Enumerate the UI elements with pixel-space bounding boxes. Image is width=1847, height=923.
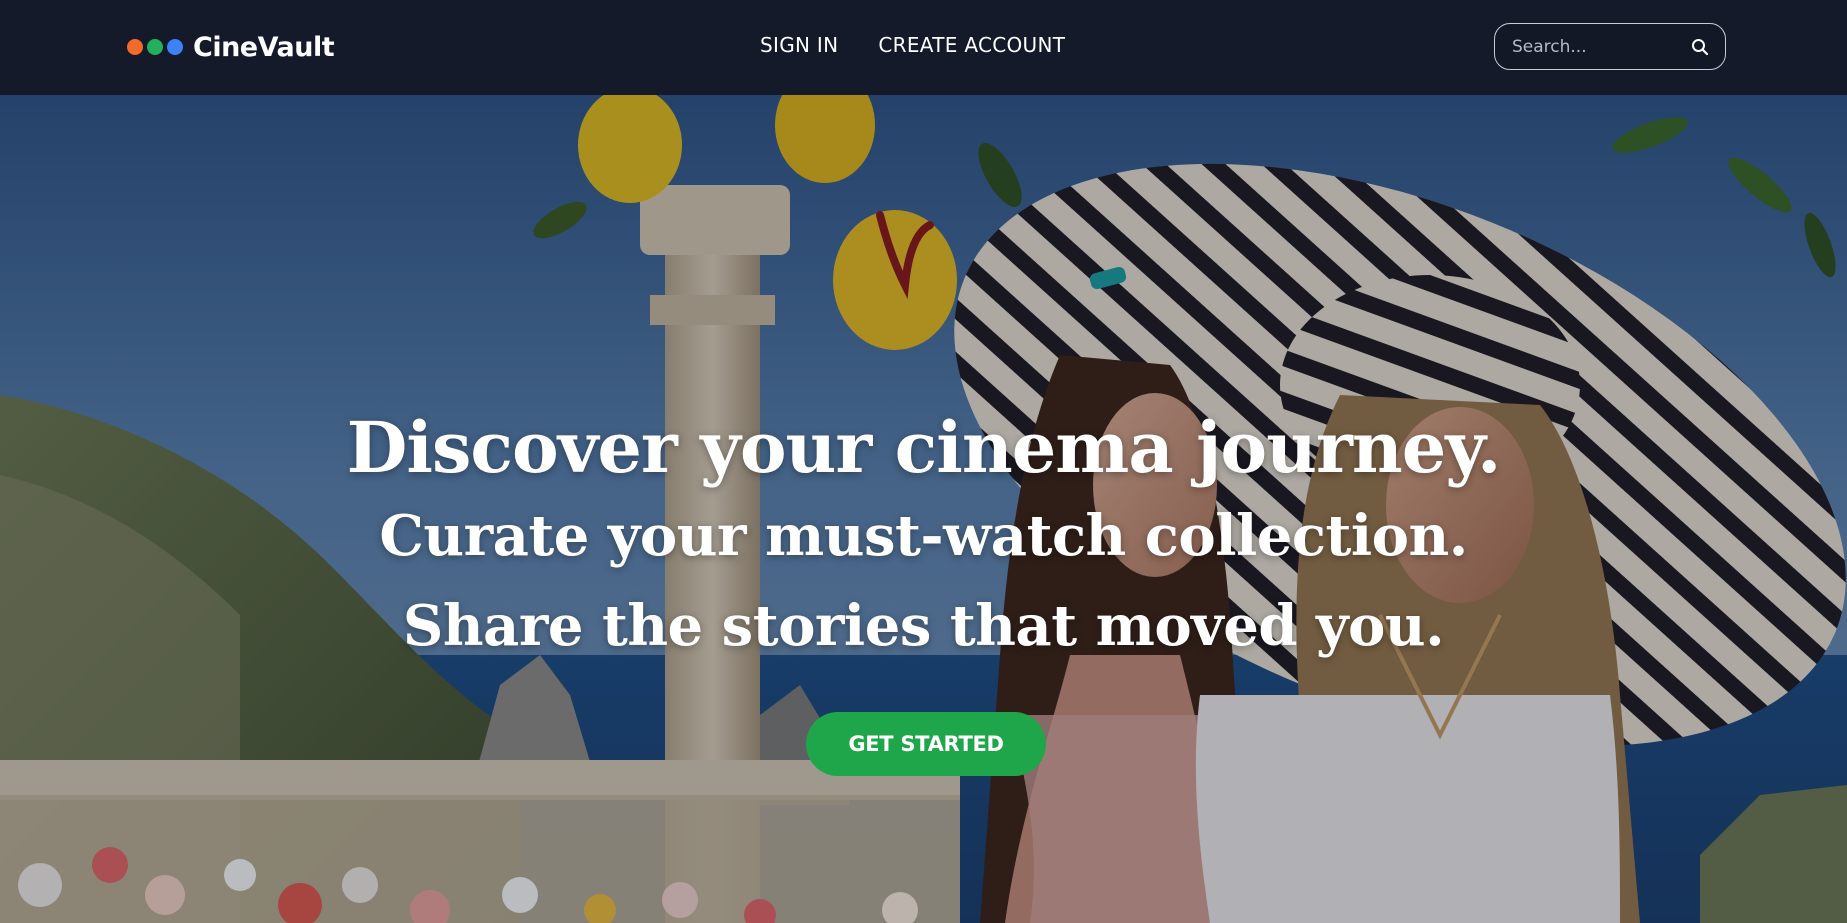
green-dot-icon (147, 39, 163, 55)
search-box (1494, 23, 1726, 70)
create-account-link[interactable]: CREATE ACCOUNT (878, 33, 1065, 57)
search-icon[interactable] (1689, 36, 1711, 58)
top-navigation-bar: CineVault SIGN IN CREATE ACCOUNT (0, 0, 1847, 95)
hero-title: Discover your cinema journey. (346, 406, 1502, 489)
search-input[interactable] (1510, 35, 1689, 58)
hero-section: Discover your cinema journey. Curate you… (0, 95, 1847, 923)
main-nav: SIGN IN CREATE ACCOUNT (760, 33, 1065, 57)
blue-dot-icon (167, 39, 183, 55)
brand-dots-icon (127, 39, 183, 55)
hero-text: Discover your cinema journey. Curate you… (0, 405, 1847, 671)
brand-name: CineVault (193, 31, 335, 63)
hero-subtitle-line-1: Curate your must-watch collection. (379, 503, 1468, 569)
orange-dot-icon (127, 39, 143, 55)
sign-in-link[interactable]: SIGN IN (760, 33, 838, 57)
hero-subtitle-line-2: Share the stories that moved you. (402, 593, 1445, 659)
brand-logo-link[interactable]: CineVault (127, 30, 335, 64)
get-started-button[interactable]: GET STARTED (806, 712, 1046, 776)
